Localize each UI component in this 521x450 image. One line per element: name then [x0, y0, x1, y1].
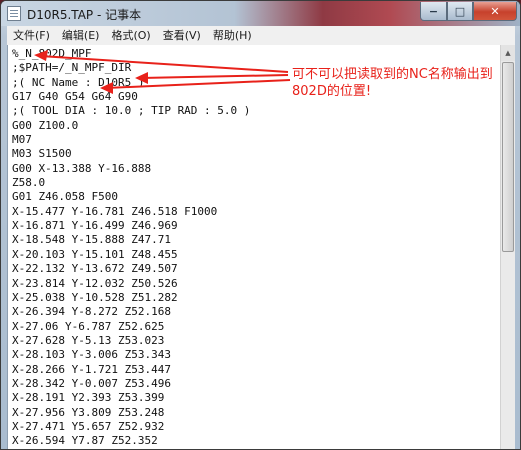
text-line: X-28.266 Y-1.721 Z53.447 — [12, 362, 171, 376]
text-line: G00 X-13.388 Y-16.888 — [12, 161, 152, 175]
menu-bar: 文件(F) 编辑(E) 格式(O) 查看(V) 帮助(H) — [7, 26, 515, 46]
menu-format[interactable]: 格式(O) — [105, 26, 156, 45]
text-line: X-25.038 Y-10.528 Z51.282 — [12, 290, 178, 304]
close-button[interactable]: ✕ — [473, 2, 517, 21]
text-line: X-16.871 Y-16.499 Z46.969 — [12, 219, 178, 233]
text-line: G01 Z46.058 F500 — [12, 190, 118, 204]
text-editor[interactable]: %_N_802D_MPF ;$PATH=/_N_MPF_DIR ;( NC Na… — [7, 45, 500, 449]
text-line: %_N_802D_MPF — [12, 47, 92, 60]
text-line: M03 S1500 — [12, 147, 72, 161]
text-line: M07 — [12, 133, 32, 147]
text-line: X-20.103 Y-15.101 Z48.455 — [12, 247, 178, 261]
maximize-icon: □ — [454, 4, 466, 18]
annotation-text: 可不可以把读取到的NC名称输出到802D的位置! — [292, 67, 493, 99]
text-line: ;( NC Name : D10R5 ) — [12, 75, 145, 89]
text-line: X-27.628 Y-5.13 Z53.023 — [12, 333, 165, 347]
text-line: ;$PATH=/_N_MPF_DIR — [12, 61, 132, 75]
text-line: X-28.103 Y-3.006 Z53.343 — [12, 348, 171, 362]
text-line: X-18.548 Y-15.888 Z47.71 — [12, 233, 171, 247]
text-line: X-26.394 Y-8.272 Z52.168 — [12, 305, 171, 319]
text-line: X-27.956 Y3.809 Z53.248 — [12, 405, 165, 419]
text-line: X-23.814 Y-12.032 Z50.526 — [12, 276, 178, 290]
minimize-button[interactable]: − — [420, 2, 447, 21]
text-line: G00 Z100.0 — [12, 118, 79, 132]
text-line: Z58.0 — [12, 176, 46, 190]
text-line: X-22.132 Y-13.672 Z49.507 — [12, 262, 178, 276]
scrollbar-thumb[interactable] — [502, 62, 514, 252]
menu-view[interactable]: 查看(V) — [157, 26, 207, 45]
text-content: %_N_802D_MPF ;$PATH=/_N_MPF_DIR ;( NC Na… — [12, 47, 250, 449]
text-line: ;( TOOL DIA : 10.0 ; TIP RAD : 5.0 ) — [12, 104, 251, 118]
menu-edit[interactable]: 编辑(E) — [56, 26, 106, 45]
text-line: X-28.342 Y-0.007 Z53.496 — [12, 376, 171, 390]
notepad-icon — [7, 6, 21, 21]
close-icon: ✕ — [490, 4, 500, 18]
text-line: G17 G40 G54 G64 G90 — [12, 90, 138, 104]
minimize-icon: − — [428, 4, 439, 18]
text-line: X-27.06 Y-6.787 Z52.625 — [12, 319, 165, 333]
menu-file[interactable]: 文件(F) — [7, 26, 56, 45]
text-line: X-27.471 Y5.657 Z52.932 — [12, 419, 165, 433]
window-title: D10R5.TAP - 记事本 — [27, 8, 142, 22]
text-line: X-15.477 Y-16.781 Z46.518 F1000 — [12, 204, 218, 218]
maximize-button[interactable]: □ — [447, 2, 473, 21]
scroll-up-arrow-icon[interactable]: ▲ — [501, 45, 515, 61]
menu-help[interactable]: 帮助(H) — [207, 26, 258, 45]
title-bar[interactable]: D10R5.TAP - 记事本 − □ ✕ — [1, 1, 520, 26]
text-line: X-26.594 Y7.87 Z52.352 — [12, 434, 158, 448]
vertical-scrollbar[interactable]: ▲ — [500, 45, 515, 449]
text-line: X-28.191 Y2.393 Z53.399 — [12, 391, 165, 405]
